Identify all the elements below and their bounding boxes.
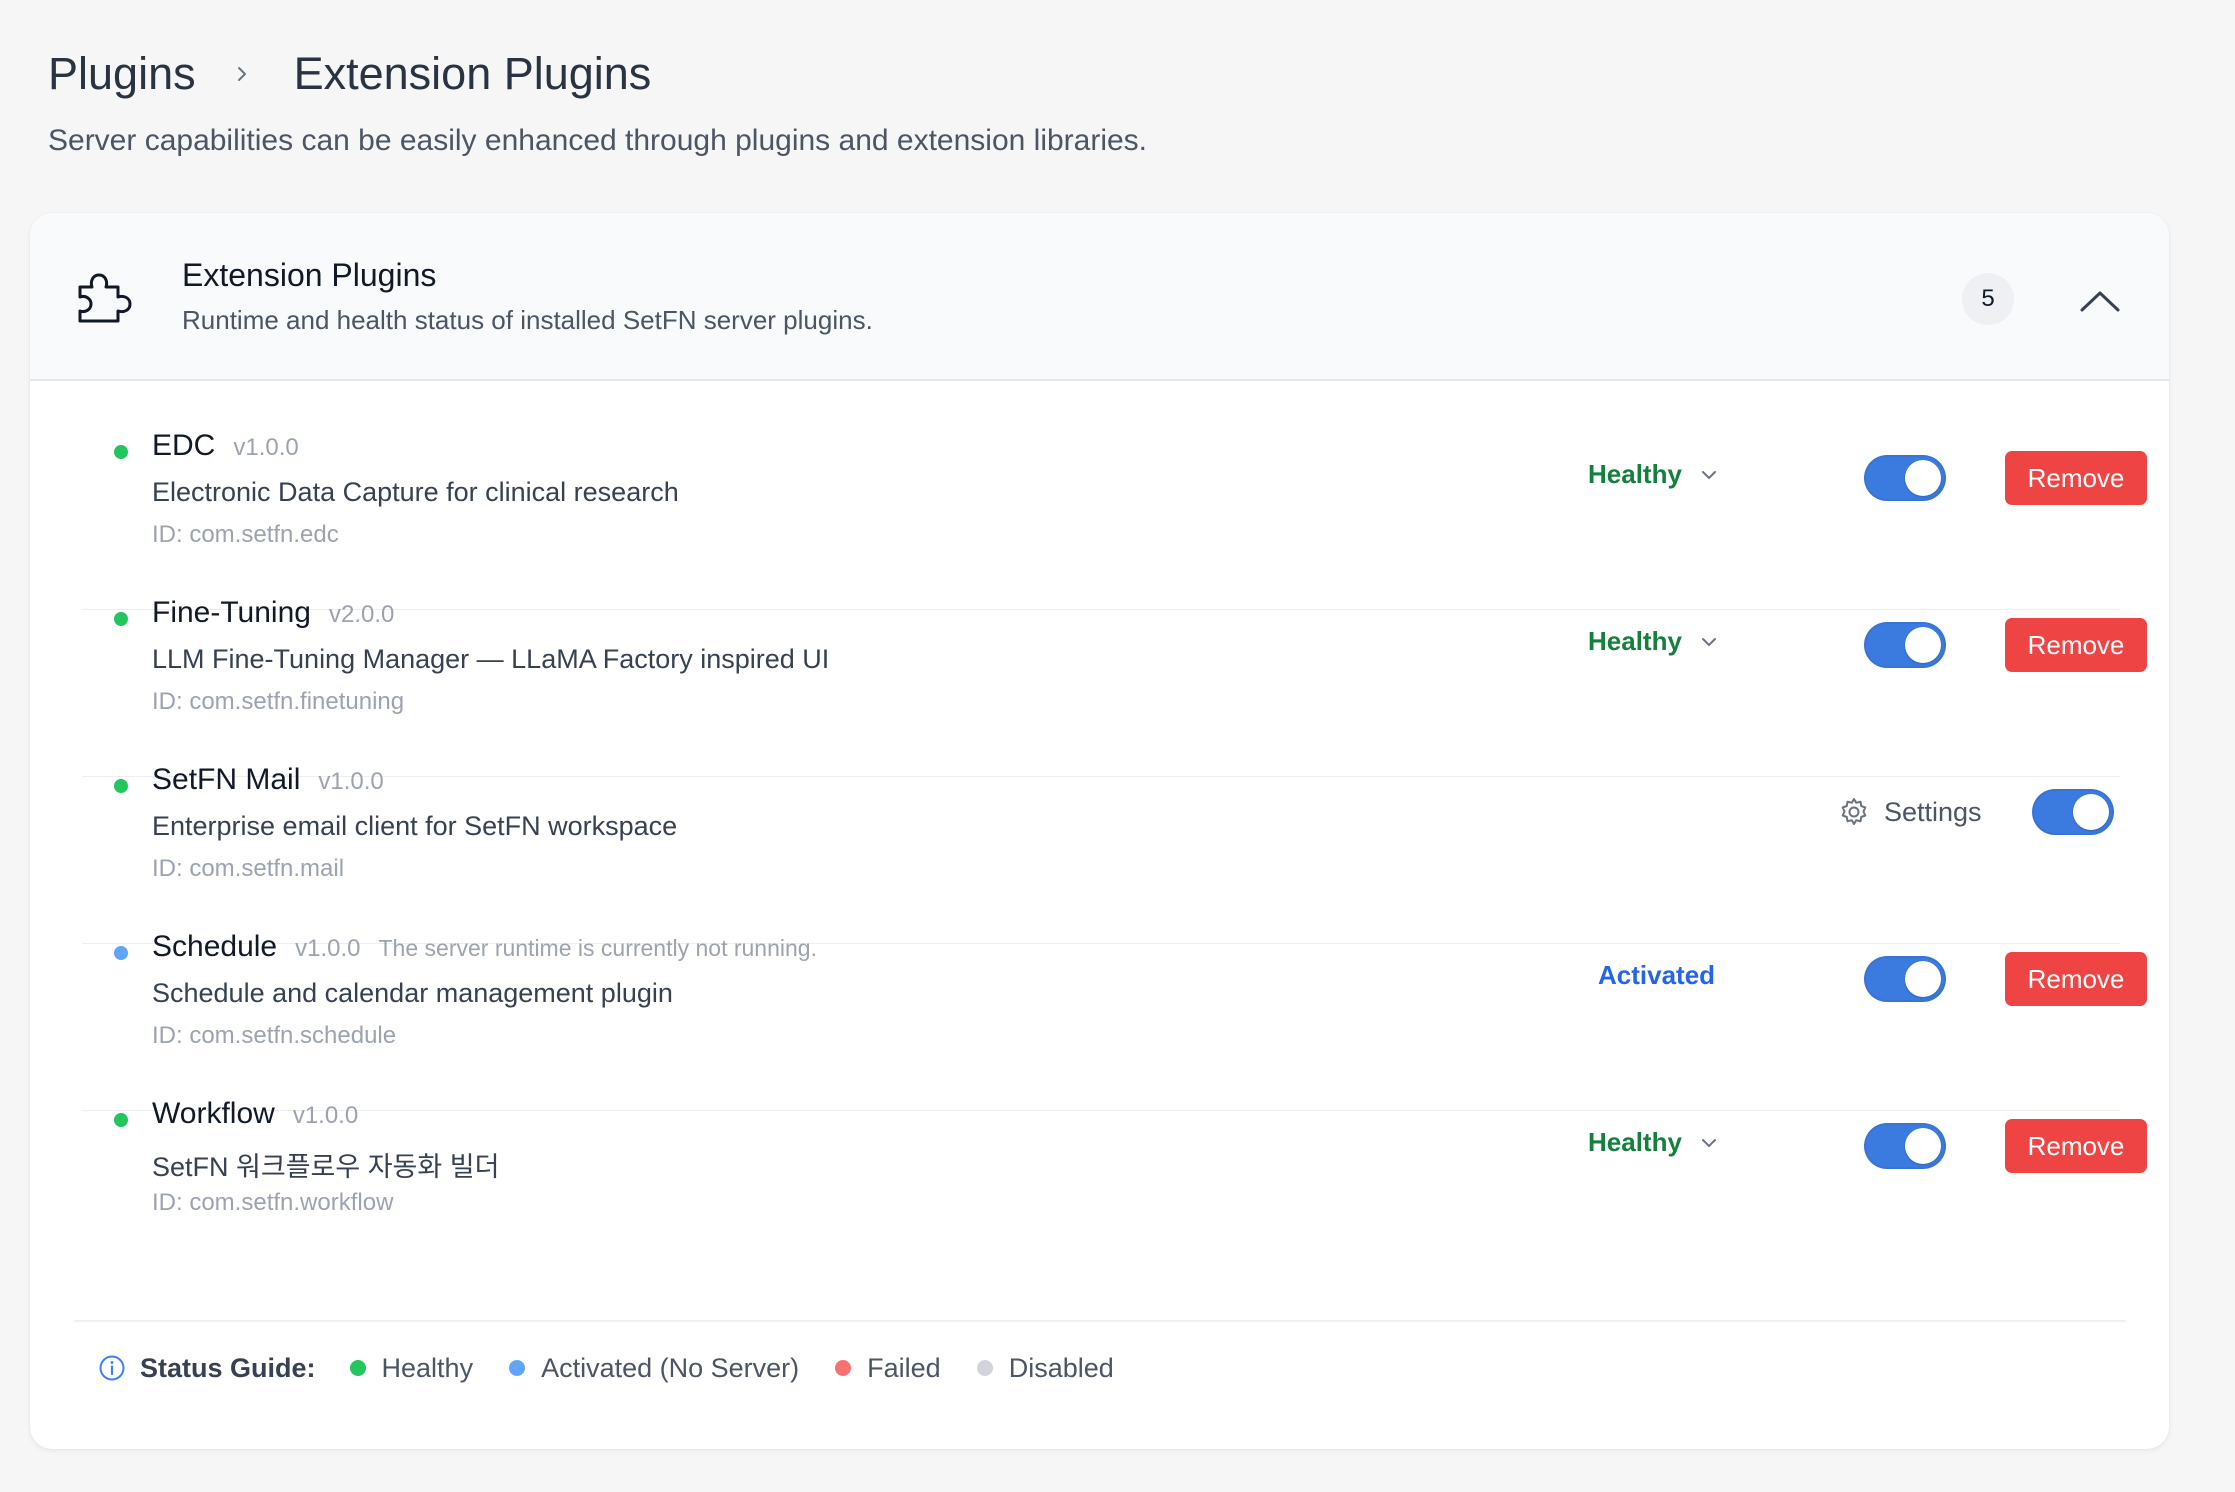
toggle-knob <box>2073 794 2109 830</box>
chevron-down-icon <box>1698 464 1720 486</box>
toggle-knob <box>1905 627 1941 663</box>
breadcrumb: Plugins Extension Plugins <box>48 48 651 100</box>
puzzle-icon <box>74 263 140 329</box>
card-title: Extension Plugins <box>182 257 437 293</box>
legend-item-failed: Failed <box>835 1353 941 1384</box>
status-label: Activated <box>1598 960 1716 990</box>
enable-toggle[interactable] <box>1864 455 1946 501</box>
plugin-version: v1.0.0 <box>295 935 361 962</box>
legend-title: Status Guide: <box>140 1352 316 1383</box>
enable-toggle[interactable] <box>1864 956 1946 1002</box>
chevron-right-icon <box>232 64 252 84</box>
legend-label: Activated (No Server) <box>541 1352 800 1383</box>
legend-dot <box>509 1360 526 1376</box>
health-status-dropdown[interactable]: Healthy <box>1588 1127 1720 1158</box>
enable-toggle[interactable] <box>1864 622 1946 668</box>
legend-label: Disabled <box>1008 1352 1114 1383</box>
status-dot <box>114 946 128 960</box>
card-subtitle: Runtime and health status of installed S… <box>182 305 873 335</box>
chevron-up-icon <box>2080 291 2120 312</box>
gear-icon <box>1838 796 1870 828</box>
plugin-version: v1.0.0 <box>233 434 299 461</box>
collapse-button[interactable] <box>2070 273 2130 329</box>
status-dot <box>114 779 128 793</box>
plugin-name: Workflow <box>152 1097 275 1130</box>
plugin-id: ID: com.setfn.finetuning <box>152 688 405 715</box>
enable-toggle[interactable] <box>1864 1123 1946 1169</box>
status-label: Healthy <box>1588 626 1682 656</box>
legend-divider <box>74 1320 2126 1322</box>
plugin-runtime-note: The server runtime is currently not runn… <box>378 935 817 961</box>
health-status-dropdown[interactable]: Healthy <box>1588 459 1720 490</box>
status-dot <box>114 1113 128 1127</box>
settings-label: Settings <box>1884 796 1982 827</box>
plugin-version: v2.0.0 <box>328 601 395 628</box>
plugin-name: Schedule <box>152 930 278 963</box>
settings-button[interactable]: Settings <box>1838 789 1982 835</box>
plugin-description: LLM Fine-Tuning Manager — LLaMA Factory … <box>152 644 830 674</box>
plugin-version: v1.0.0 <box>292 1102 359 1129</box>
status-label: Healthy <box>1588 459 1682 489</box>
breadcrumb-current: Extension Plugins <box>293 48 652 99</box>
card-header[interactable]: Extension Plugins Runtime and health sta… <box>30 213 2169 381</box>
legend-item-activated: Activated (No Server) <box>509 1353 799 1384</box>
toggle-knob <box>1905 460 1941 496</box>
plugin-count-badge: 5 <box>1962 273 2014 325</box>
plugin-row-workflow: Workflow v1.0.0 SetFN 워크플로우 자동화 빌더 ID: c… <box>82 1089 2147 1255</box>
plugin-id: ID: com.setfn.mail <box>152 855 345 882</box>
remove-button[interactable]: Remove <box>2005 451 2147 505</box>
plugin-description: SetFN 워크플로우 자동화 빌더 <box>152 1152 500 1182</box>
activated-status: Activated <box>1598 960 1715 991</box>
plugin-name: Fine-Tuning <box>152 596 311 629</box>
status-dot <box>114 445 128 459</box>
legend-item-disabled: Disabled <box>976 1352 1114 1384</box>
plugin-id: ID: com.setfn.edc <box>152 521 339 548</box>
plugin-name: SetFN Mail <box>152 763 301 796</box>
extension-plugins-card: Extension Plugins Runtime and health sta… <box>30 213 2169 1449</box>
plugin-id: ID: com.setfn.workflow <box>152 1189 394 1216</box>
plugin-version: v1.0.0 <box>318 768 384 795</box>
chevron-down-icon <box>1698 1132 1720 1154</box>
plugin-description: Schedule and calendar management plugin <box>152 978 673 1008</box>
status-dot <box>114 612 128 626</box>
plugin-row-edc: EDC v1.0.0 Electronic Data Capture for c… <box>82 421 2147 587</box>
info-icon <box>98 1354 126 1382</box>
legend-label: Healthy <box>381 1352 474 1383</box>
enable-toggle[interactable] <box>2032 789 2114 835</box>
chevron-down-icon <box>1698 631 1720 653</box>
remove-button[interactable]: Remove <box>2005 618 2147 672</box>
remove-button[interactable]: Remove <box>2005 952 2147 1006</box>
plugin-row-schedule: Schedule v1.0.0 The server runtime is cu… <box>82 922 2147 1088</box>
plugins-page: Plugins Extension Plugins Server capabil… <box>0 0 2235 1492</box>
plugin-description: Enterprise email client for SetFN worksp… <box>152 811 678 841</box>
plugin-row-fine-tuning: Fine-Tuning v2.0.0 LLM Fine-Tuning Manag… <box>82 588 2147 754</box>
toggle-knob <box>1905 961 1941 997</box>
legend-item-healthy: Healthy <box>349 1352 474 1384</box>
plugin-row-setfn-mail: SetFN Mail v1.0.0 Enterprise email clien… <box>82 755 2120 921</box>
status-label: Healthy <box>1588 1127 1682 1157</box>
toggle-knob <box>1905 1128 1941 1164</box>
legend-dot <box>349 1360 366 1376</box>
legend-label: Failed <box>867 1352 941 1383</box>
plugin-description: Electronic Data Capture for clinical res… <box>152 477 679 507</box>
breadcrumb-root[interactable]: Plugins <box>48 48 196 100</box>
page-description: Server capabilities can be easily enhanc… <box>48 124 1148 157</box>
plugin-id: ID: com.setfn.schedule <box>152 1022 397 1049</box>
health-status-dropdown[interactable]: Healthy <box>1588 626 1720 657</box>
plugin-name: EDC <box>152 429 216 462</box>
status-guide: Status Guide: Healthy Activated (No Serv… <box>98 1348 1150 1388</box>
remove-button[interactable]: Remove <box>2005 1119 2147 1173</box>
legend-dot <box>976 1360 993 1376</box>
legend-dot <box>835 1360 852 1376</box>
